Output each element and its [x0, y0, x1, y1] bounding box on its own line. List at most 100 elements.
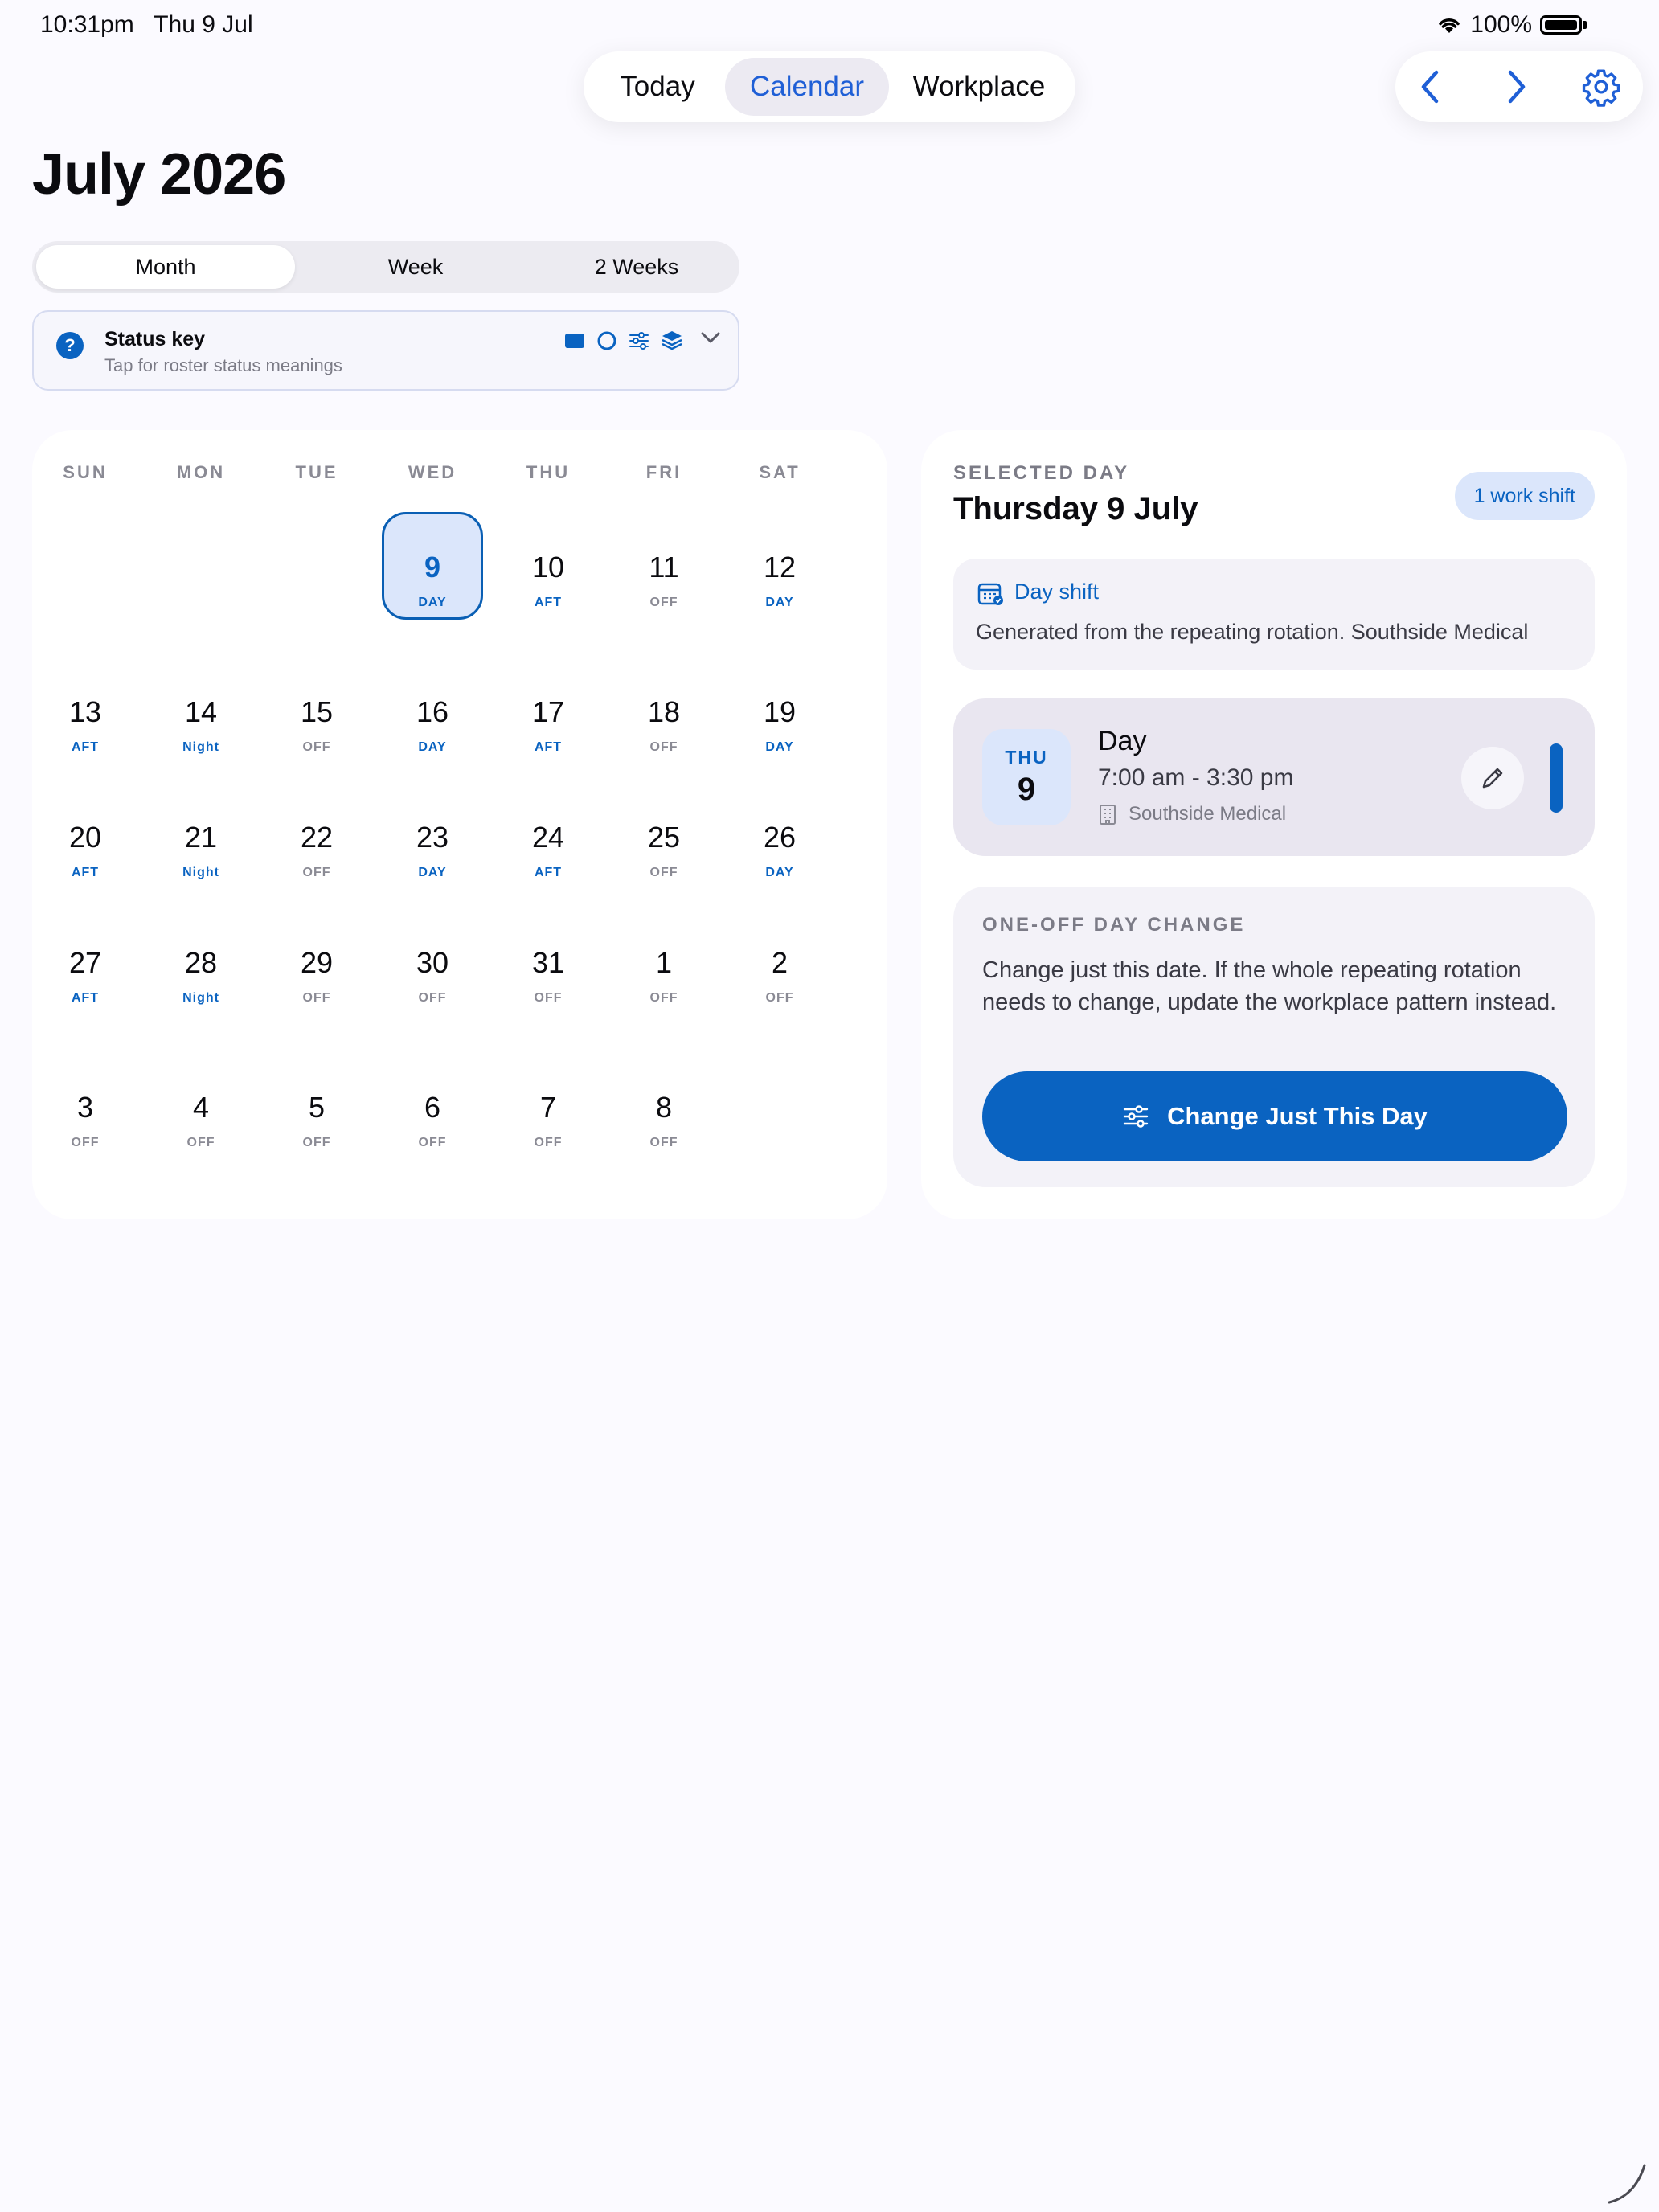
- calendar-day[interactable]: 21 Night: [143, 821, 259, 917]
- calendar-day-status: OFF: [302, 991, 331, 1005]
- calendar-day[interactable]: 28 Night: [143, 946, 259, 1043]
- calendar-day[interactable]: 11 OFF: [606, 551, 722, 647]
- question-icon: ?: [56, 332, 84, 359]
- selected-day-caption: SELECTED DAY: [953, 462, 1130, 484]
- weekday-thu: THU: [526, 462, 571, 482]
- view-week[interactable]: Week: [295, 245, 536, 289]
- chevron-down-icon[interactable]: [699, 330, 722, 346]
- calendar-day-number: 18: [647, 695, 681, 728]
- layers-icon: [662, 331, 682, 350]
- next-month-button[interactable]: [1492, 63, 1540, 111]
- filled-square-icon: [565, 334, 584, 348]
- weekday-sun: SUN: [63, 462, 108, 482]
- calendar-day-number: 14: [184, 695, 218, 728]
- tab-today[interactable]: Today: [590, 58, 725, 116]
- view-2-weeks[interactable]: 2 Weeks: [536, 245, 737, 289]
- clock: 10:31pm: [40, 11, 134, 38]
- tab-workplace[interactable]: Workplace: [889, 58, 1069, 116]
- calendar-day-number: 4: [192, 1091, 210, 1124]
- day-shift-description: Generated from the repeating rotation. S…: [976, 620, 1529, 644]
- calendar-day-status: DAY: [418, 866, 447, 879]
- calendar-day[interactable]: 14 Night: [143, 695, 259, 792]
- calendar-day[interactable]: 2 OFF: [722, 946, 838, 1043]
- calendar-day-number: 20: [68, 821, 102, 854]
- calendar-day-number: 12: [763, 551, 797, 584]
- shift-location-label: Southside Medical: [1129, 803, 1287, 825]
- calendar-day-number: 13: [68, 695, 102, 728]
- calendar-day-status: Night: [182, 866, 219, 879]
- calendar-day-status: OFF: [71, 1136, 100, 1149]
- view-month[interactable]: Month: [36, 245, 295, 289]
- calendar-day[interactable]: 26 DAY: [722, 821, 838, 917]
- calendar-day[interactable]: 6 OFF: [375, 1091, 490, 1187]
- calendar-day[interactable]: 29 OFF: [259, 946, 375, 1043]
- calendar-day-number: 23: [416, 821, 449, 854]
- calendar-day-status: OFF: [418, 1136, 447, 1149]
- calendar-day[interactable]: 30 OFF: [375, 946, 490, 1043]
- calendar-day-number: 10: [531, 551, 565, 584]
- calendar-day-status: AFT: [71, 740, 100, 754]
- calendar-day[interactable]: 22 OFF: [259, 821, 375, 917]
- page-title: July 2026: [32, 142, 286, 207]
- calendar-day-number: 9: [424, 551, 441, 584]
- calendar-day[interactable]: 8 OFF: [606, 1091, 722, 1187]
- calendar-day[interactable]: 18 OFF: [606, 695, 722, 792]
- calendar-day[interactable]: 19 DAY: [722, 695, 838, 792]
- calendar-day[interactable]: 27 AFT: [27, 946, 143, 1043]
- change-just-this-day-button[interactable]: Change Just This Day: [982, 1071, 1567, 1161]
- calendar-day-number: 25: [647, 821, 681, 854]
- status-key-card[interactable]: ? Status key Tap for roster status meani…: [32, 310, 739, 391]
- calendar-day-status: OFF: [302, 740, 331, 754]
- gear-icon: [1582, 69, 1620, 107]
- shift-color-bar: [1550, 743, 1563, 813]
- calendar-day[interactable]: 3 OFF: [27, 1091, 143, 1187]
- edit-shift-button[interactable]: [1461, 747, 1524, 809]
- calendar-day[interactable]: 5 OFF: [259, 1091, 375, 1187]
- calendar-day-number: 21: [184, 821, 218, 854]
- calendar-day-status: AFT: [534, 740, 563, 754]
- status-bar-time: 10:31pm Thu 9 Jul: [40, 11, 253, 39]
- calendar-day-number: 31: [531, 946, 565, 979]
- calendar-day-status: Night: [182, 991, 219, 1005]
- settings-button[interactable]: [1577, 63, 1625, 111]
- calendar-day-number: 3: [76, 1091, 94, 1124]
- calendar-day[interactable]: 25 OFF: [606, 821, 722, 917]
- calendar-day[interactable]: 13 AFT: [27, 695, 143, 792]
- one-off-change-description: Change just this date. If the whole repe…: [982, 957, 1557, 1015]
- calendar-day[interactable]: 1 OFF: [606, 946, 722, 1043]
- day-shift-title: Day shift: [1014, 580, 1100, 604]
- calendar-day[interactable]: 10 AFT: [490, 551, 606, 647]
- nav-cluster: [1395, 51, 1643, 122]
- calendar-day[interactable]: 20 AFT: [27, 821, 143, 917]
- calendar-day[interactable]: 9 DAY: [375, 512, 490, 647]
- status-key-title: Status key: [104, 328, 206, 350]
- weekday-fri: FRI: [645, 462, 682, 482]
- calendar-day[interactable]: 23 DAY: [375, 821, 490, 917]
- calendar-day[interactable]: 12 DAY: [722, 551, 838, 647]
- calendar-panel: SUN MON TUE WED THU FRI SAT 9 DAY 10 AFT 11 OFF 12 DA…: [32, 430, 887, 1219]
- calendar-day[interactable]: 4 OFF: [143, 1091, 259, 1187]
- view-mode-segmented-control: Month Week 2 Weeks: [32, 241, 739, 293]
- chevron-left-icon: [1421, 70, 1439, 104]
- calendar-day[interactable]: 17 AFT: [490, 695, 606, 792]
- calendar-day-status: OFF: [534, 1136, 563, 1149]
- calendar-day[interactable]: 24 AFT: [490, 821, 606, 917]
- tab-calendar[interactable]: Calendar: [725, 58, 889, 116]
- status-date: Thu 9 Jul: [154, 11, 253, 38]
- weekday-wed: WED: [408, 462, 457, 482]
- calendar-day-status: DAY: [765, 740, 794, 754]
- calendar-day[interactable]: 7 OFF: [490, 1091, 606, 1187]
- calendar-day[interactable]: 16 DAY: [375, 695, 490, 792]
- status-key-subtitle: Tap for roster status meanings: [104, 355, 342, 375]
- selected-day-date: Thursday 9 July: [953, 491, 1198, 526]
- calendar-day[interactable]: 31 OFF: [490, 946, 606, 1043]
- calendar-day-status: OFF: [302, 866, 331, 879]
- weekday-tue: TUE: [295, 462, 338, 482]
- weekday-sat: SAT: [759, 462, 801, 482]
- calendar-day[interactable]: 15 OFF: [259, 695, 375, 792]
- calendar-badge-icon: [977, 583, 1003, 605]
- shift-card[interactable]: THU 9 Day 7:00 am - 3:30 pm Southside Me…: [953, 698, 1595, 856]
- prev-month-button[interactable]: [1407, 63, 1455, 111]
- calendar-day-status: AFT: [71, 991, 100, 1005]
- calendar-day-number: 29: [300, 946, 334, 979]
